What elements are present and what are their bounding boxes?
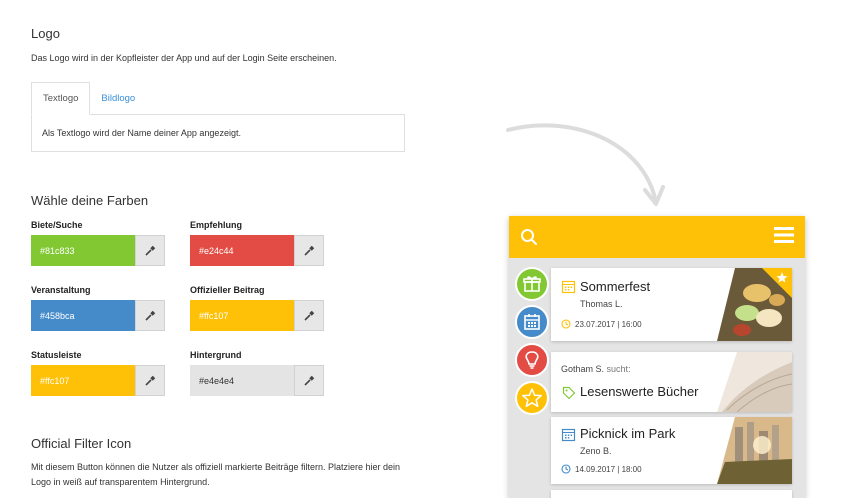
- card-datetime: 23.07.2017 | 16:00: [575, 319, 642, 329]
- color-field-statusleiste: #ffc107: [31, 365, 165, 396]
- eyedropper-icon: [145, 310, 156, 321]
- eyedropper-icon: [304, 245, 315, 256]
- filter-description-line2: Logo in weiß auf transparentem Hintergru…: [31, 477, 210, 487]
- eyedropper-button-empfehlung[interactable]: [294, 235, 324, 266]
- eyedropper-icon: [145, 245, 156, 256]
- filter-veranstaltung-button[interactable]: [515, 305, 549, 339]
- calendar-icon: [561, 280, 576, 294]
- search-icon[interactable]: [520, 228, 538, 246]
- color-label-hintergrund: Hintergrund: [190, 350, 242, 360]
- card-meta: 23.07.2017 | 16:00: [561, 319, 642, 329]
- color-input-hintergrund[interactable]: #e4e4e4: [190, 365, 294, 396]
- tab-panel-textlogo: Als Textlogo wird der Name deiner App an…: [31, 114, 405, 152]
- feed-card-partial: [551, 490, 792, 498]
- star-icon: [522, 388, 542, 408]
- food-image: [717, 268, 792, 341]
- clock-icon: [561, 464, 571, 474]
- card-action: sucht:: [606, 364, 631, 374]
- color-field-empfehlung: #e24c44: [190, 235, 324, 266]
- colors-heading: Wähle deine Farben: [31, 193, 149, 208]
- card-datetime: 14.09.2017 | 18:00: [575, 464, 642, 474]
- tab-textlogo[interactable]: Textlogo: [31, 82, 91, 115]
- tab-bildlogo[interactable]: Bildlogo: [90, 82, 146, 115]
- feed-card-sommerfest[interactable]: Sommerfest Thomas L. 23.07.2017 | 16:00: [551, 268, 792, 341]
- card-title: Lesenswerte Bücher: [580, 384, 699, 399]
- book-image: [717, 352, 792, 412]
- card-author: Zeno B.: [580, 446, 612, 456]
- color-field-veranstaltung: #458bca: [31, 300, 165, 331]
- card-author-line: Gotham S. sucht:: [561, 364, 631, 374]
- filter-description-line1: Mit diesem Button können die Nutzer als …: [31, 462, 401, 472]
- color-label-statusleiste: Statusleiste: [31, 350, 82, 360]
- app-preview: Sommerfest Thomas L. 23.07.2017 | 16:00 …: [509, 216, 805, 498]
- calendar-icon: [524, 314, 540, 330]
- feed-card-lesenswerte-buecher[interactable]: Gotham S. sucht: Lesenswerte Bücher: [551, 352, 792, 412]
- card-title: Sommerfest: [580, 279, 651, 294]
- filter-offiziell-button[interactable]: [515, 381, 549, 415]
- filter-heading: Official Filter Icon: [31, 436, 132, 451]
- card-author: Gotham S.: [561, 364, 605, 374]
- color-field-hintergrund: #e4e4e4: [190, 365, 324, 396]
- color-input-biete-suche[interactable]: #81c833: [31, 235, 135, 266]
- color-input-offizieller-beitrag[interactable]: #ffc107: [190, 300, 294, 331]
- color-label-offizieller-beitrag: Offizieller Beitrag: [190, 285, 265, 295]
- menu-icon[interactable]: [774, 226, 794, 244]
- eyedropper-button-offizieller-beitrag[interactable]: [294, 300, 324, 331]
- eyedropper-button-biete-suche[interactable]: [135, 235, 165, 266]
- curved-arrow-icon: [506, 123, 665, 206]
- eyedropper-button-veranstaltung[interactable]: [135, 300, 165, 331]
- calendar-icon: [561, 428, 576, 442]
- eyedropper-button-hintergrund[interactable]: [294, 365, 324, 396]
- logo-description: Das Logo wird in der Kopfleister der App…: [31, 53, 337, 63]
- filter-empfehlung-button[interactable]: [515, 343, 549, 377]
- color-field-offizieller-beitrag: #ffc107: [190, 300, 324, 331]
- tab-panel-text: Als Textlogo wird der Name deiner App an…: [42, 128, 241, 138]
- app-topbar: [509, 216, 805, 258]
- color-label-biete-suche: Biete/Suche: [31, 220, 83, 230]
- lightbulb-icon: [525, 351, 539, 369]
- tag-icon: [562, 386, 576, 400]
- color-input-statusleiste[interactable]: #ffc107: [31, 365, 135, 396]
- card-author: Thomas L.: [580, 299, 623, 309]
- eyedropper-icon: [145, 375, 156, 386]
- eyedropper-icon: [304, 310, 315, 321]
- color-field-biete-suche: #81c833: [31, 235, 165, 266]
- logo-tabs: Textlogo Bildlogo: [31, 82, 146, 115]
- filter-biete-suche-button[interactable]: [515, 267, 549, 301]
- clock-icon: [561, 319, 571, 329]
- color-input-veranstaltung[interactable]: #458bca: [31, 300, 135, 331]
- card-title: Picknick im Park: [580, 426, 676, 441]
- logo-heading: Logo: [31, 26, 60, 41]
- card-meta: 14.09.2017 | 18:00: [561, 464, 642, 474]
- park-image: [717, 417, 792, 484]
- color-label-veranstaltung: Veranstaltung: [31, 285, 91, 295]
- color-label-empfehlung: Empfehlung: [190, 220, 242, 230]
- color-input-empfehlung[interactable]: #e24c44: [190, 235, 294, 266]
- eyedropper-icon: [304, 375, 315, 386]
- feed-card-picknick-im-park[interactable]: Picknick im Park Zeno B. 14.09.2017 | 18…: [551, 417, 792, 484]
- gift-icon: [523, 276, 541, 292]
- eyedropper-button-statusleiste[interactable]: [135, 365, 165, 396]
